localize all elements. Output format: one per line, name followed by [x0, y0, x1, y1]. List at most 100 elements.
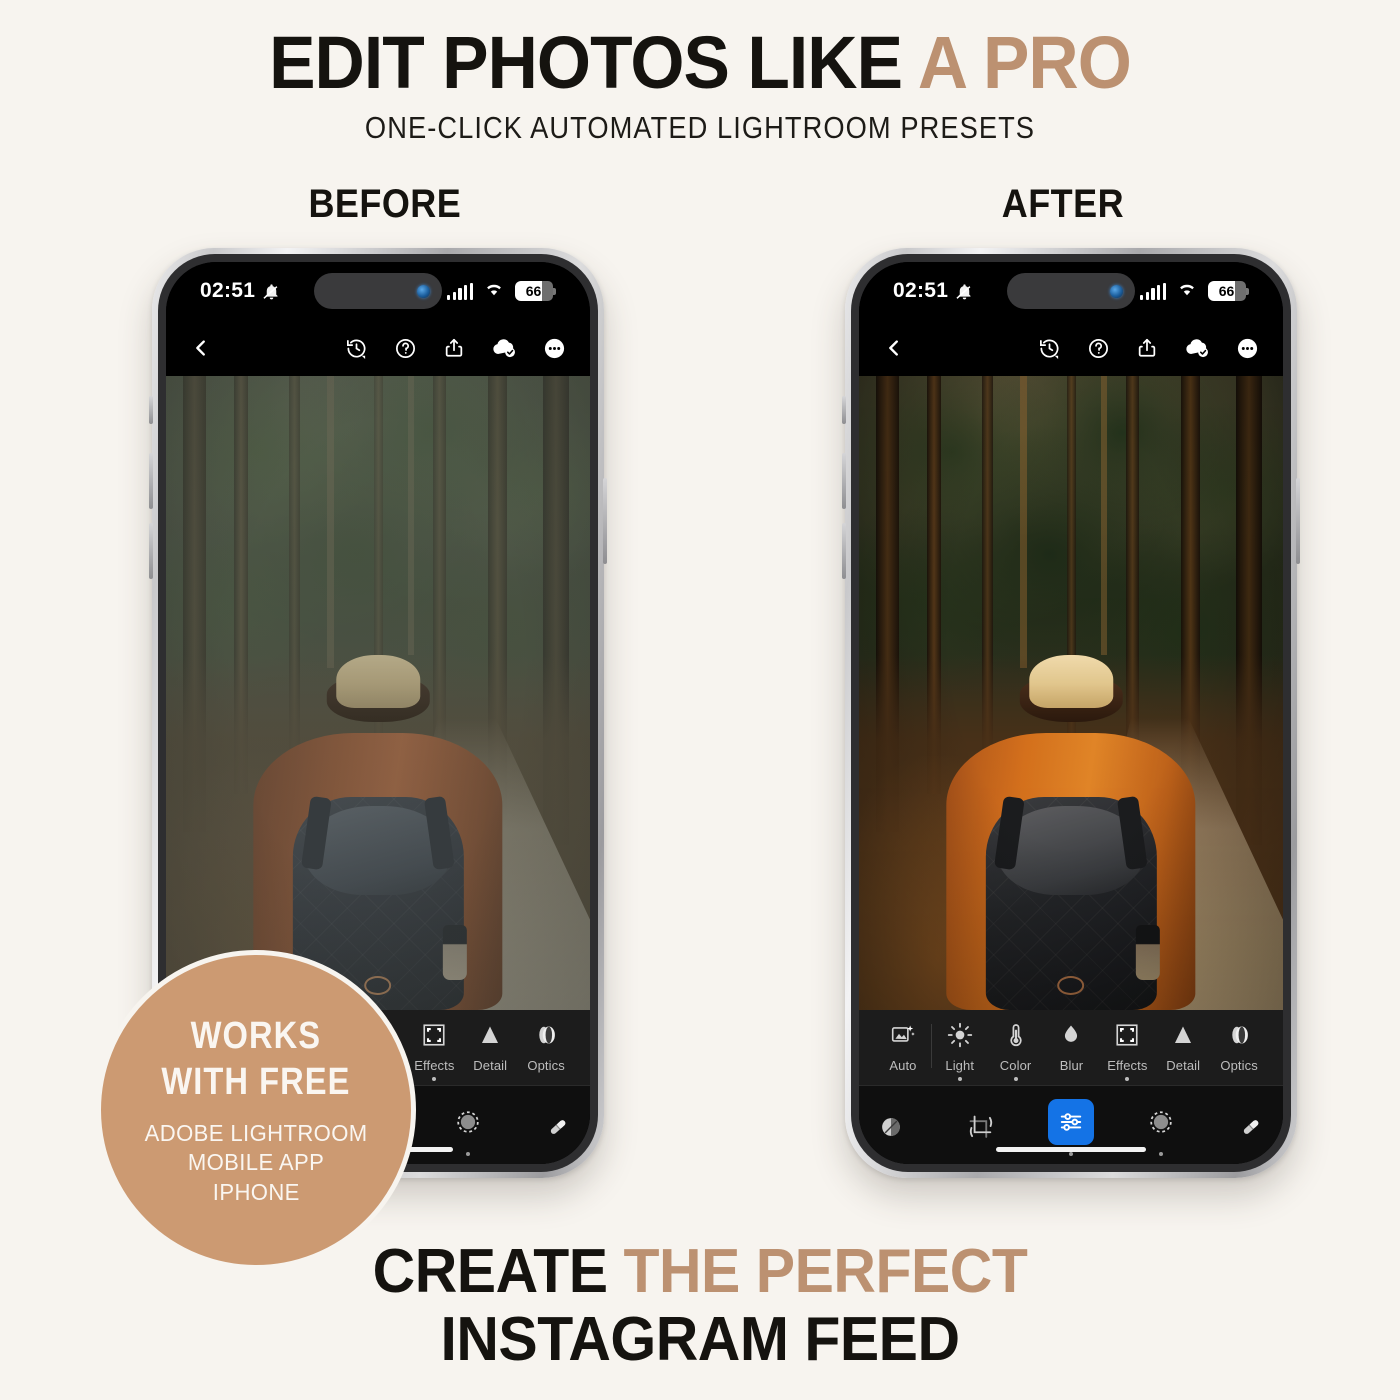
edit-tool-optics[interactable]: Optics	[518, 1022, 574, 1073]
cloud-check-icon[interactable]	[1184, 337, 1210, 359]
app-toolbar-actions	[1038, 337, 1259, 360]
tool-indicator-dot	[1069, 1151, 1073, 1156]
edit-tool-auto[interactable]: Auto	[875, 1022, 931, 1073]
bottom-tool-healing[interactable]	[535, 1104, 581, 1150]
healing-brush-icon	[1228, 1104, 1274, 1150]
question-circle-icon[interactable]	[1087, 337, 1110, 360]
presets-icon	[868, 1104, 914, 1150]
history-versions-icon[interactable]	[345, 337, 368, 360]
edit-tool-row: Auto Light Color Blur Effects Detail Optics	[859, 1010, 1283, 1086]
edit-tool-label: Detail	[1166, 1058, 1201, 1073]
home-bar	[996, 1147, 1146, 1152]
dynamic-island	[314, 273, 442, 309]
battery-cap	[1246, 287, 1249, 295]
edit-tool-detail[interactable]: Detail	[462, 1022, 518, 1073]
wifi-icon	[484, 281, 504, 301]
footer-dark: CREATE	[372, 1236, 624, 1306]
edit-toolbar-area: Auto Light Color Blur Effects Detail Optics	[859, 1010, 1283, 1164]
edit-tool-label: Effects	[414, 1058, 455, 1073]
edit-tool-color[interactable]: Color	[988, 1022, 1044, 1081]
title-dark: EDIT PHOTOS LIKE	[269, 21, 918, 104]
mask-circle-icon	[1138, 1099, 1184, 1145]
battery-level: 66	[1208, 280, 1246, 302]
bottom-tool-presets[interactable]	[868, 1104, 914, 1150]
front-camera-icon	[1110, 284, 1123, 298]
triangle-icon	[477, 1022, 503, 1053]
water-bottle	[1135, 924, 1160, 981]
silent-switch[interactable]	[842, 396, 846, 424]
app-toolbar-actions	[345, 337, 566, 360]
after-label: AFTER	[1001, 182, 1125, 226]
footer-accent: THE PERFECT	[623, 1236, 1028, 1306]
bell-slash-icon	[955, 282, 974, 301]
edit-tool-effects[interactable]: Effects	[1099, 1022, 1155, 1081]
question-circle-icon[interactable]	[394, 337, 417, 360]
bottom-tool-row	[859, 1086, 1283, 1164]
volume-up-button[interactable]	[149, 453, 153, 509]
mask-circle-icon	[445, 1099, 491, 1145]
wifi-icon	[1177, 281, 1197, 301]
cloud-check-icon[interactable]	[491, 337, 517, 359]
title-accent: A PRO	[917, 21, 1132, 104]
edit-tool-label: Optics	[527, 1058, 565, 1073]
phone-mockup-after: 02:51 66 Auto Light Color Blur Effects D…	[842, 248, 1300, 1178]
edit-tool-blur[interactable]: Blur	[1044, 1022, 1100, 1073]
battery-icon: 66	[1208, 280, 1249, 302]
edit-tool-label: Color	[999, 1058, 1032, 1073]
tool-indicator-dot	[1125, 1077, 1130, 1081]
water-bottle	[442, 924, 467, 981]
bottom-tool-crop[interactable]	[958, 1104, 1004, 1150]
photo-before	[166, 376, 590, 1010]
edit-tool-label: Blur	[1059, 1058, 1084, 1073]
silent-switch[interactable]	[149, 396, 153, 424]
tool-indicator-dot	[432, 1077, 437, 1081]
volume-up-button[interactable]	[842, 453, 846, 509]
tool-indicator-dot	[466, 1151, 470, 1156]
badge-sub-2: MOBILE APP	[187, 1149, 325, 1176]
cellular-bars-icon	[1140, 282, 1166, 300]
beanie	[1028, 654, 1114, 709]
app-toolbar	[859, 320, 1283, 376]
edit-tool-detail[interactable]: Detail	[1155, 1022, 1211, 1073]
chevron-left-icon[interactable]	[190, 337, 212, 359]
bell-slash-icon	[262, 282, 281, 301]
beanie	[335, 654, 421, 709]
auto-magic-icon	[890, 1022, 916, 1053]
crop-rotate-icon	[958, 1104, 1004, 1150]
share-icon[interactable]	[443, 337, 465, 359]
edit-tool-label: Optics	[1220, 1058, 1258, 1073]
more-ellipsis-icon[interactable]	[543, 337, 566, 360]
badge-line-2: WITH FREE	[161, 1061, 351, 1104]
volume-down-button[interactable]	[149, 523, 153, 579]
power-button[interactable]	[1296, 478, 1300, 564]
bottom-tool-healing[interactable]	[1228, 1104, 1274, 1150]
battery-cap	[553, 287, 556, 295]
sliders-icon	[1048, 1098, 1094, 1145]
droplet-icon	[1058, 1022, 1084, 1053]
history-versions-icon[interactable]	[1038, 337, 1061, 360]
page-subtitle: ONE-CLICK AUTOMATED LIGHTROOM PRESETS	[364, 109, 1036, 145]
volume-down-button[interactable]	[842, 523, 846, 579]
sun-icon	[947, 1022, 973, 1053]
edit-tool-label: Effects	[1107, 1058, 1148, 1073]
works-with-free-badge: WORKS WITH FREE ADOBE LIGHTROOM MOBILE A…	[96, 950, 416, 1270]
page-title: EDIT PHOTOS LIKE A PRO	[42, 24, 1358, 102]
edit-tool-optics[interactable]: Optics	[1211, 1022, 1267, 1073]
thermometer-icon	[1003, 1022, 1029, 1053]
healing-brush-icon	[535, 1104, 581, 1150]
power-button[interactable]	[603, 478, 607, 564]
more-ellipsis-icon[interactable]	[1236, 337, 1259, 360]
edit-tool-label: Detail	[473, 1058, 508, 1073]
photo-after	[859, 376, 1283, 1010]
tool-indicator-dot	[1159, 1151, 1163, 1156]
status-time: 02:51	[893, 279, 949, 302]
edit-tool-effects[interactable]: Effects	[406, 1022, 462, 1081]
edit-tool-light[interactable]: Light	[932, 1022, 988, 1081]
badge-line-1: WORKS	[190, 1014, 322, 1057]
frame-brackets-icon	[421, 1022, 447, 1053]
lens-circles-icon	[1226, 1022, 1252, 1053]
hiker-subject	[935, 654, 1206, 1010]
share-icon[interactable]	[1136, 337, 1158, 359]
cellular-bars-icon	[447, 282, 473, 300]
chevron-left-icon[interactable]	[883, 337, 905, 359]
